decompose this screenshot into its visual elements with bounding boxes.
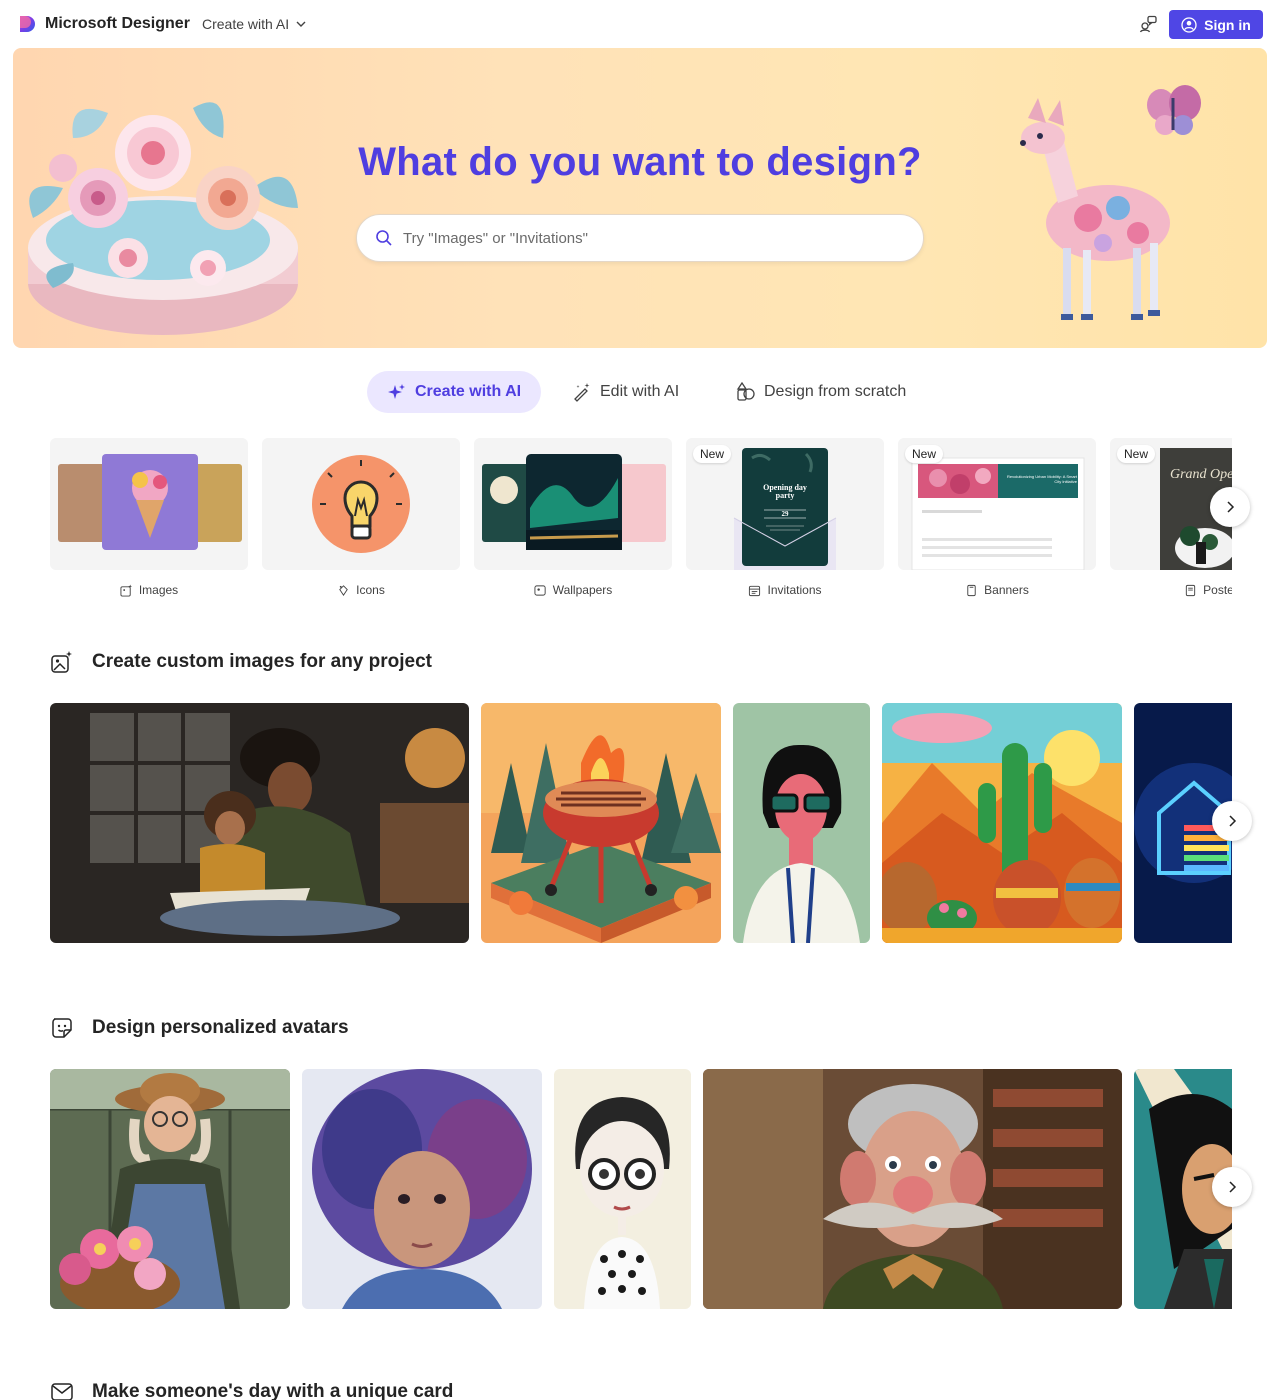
section-title: Create custom images for any project — [92, 651, 432, 672]
chevron-right-icon — [1227, 501, 1235, 513]
category-label: Icons — [262, 581, 460, 599]
designer-logo-icon[interactable] — [17, 14, 37, 34]
icon-sparkle-icon — [339, 584, 348, 596]
chevron-right-icon — [1229, 1181, 1237, 1193]
category-posters-label: Poste — [1203, 583, 1232, 597]
search-icon — [376, 230, 392, 246]
tab-create-label: Create with AI — [415, 383, 522, 400]
cartoon-glasses-art — [554, 1069, 691, 1309]
desert-cactus-art — [882, 703, 1122, 943]
aurora-preview-art — [482, 454, 666, 550]
custom-images-next-button[interactable] — [1212, 801, 1252, 841]
images-thumbnail[interactable] — [50, 438, 248, 570]
wallpapers-thumbnail[interactable] — [474, 438, 672, 570]
hero-banner: What do you want to design? — [13, 48, 1267, 348]
category-invitations[interactable]: Opening day party 29 New Invitations — [686, 438, 884, 599]
hero-search-box[interactable] — [356, 214, 924, 262]
invitations-thumbnail[interactable]: Opening day party 29 New — [686, 438, 884, 570]
poster-card-title: Grand Openi — [1170, 467, 1232, 482]
hero-search-input[interactable] — [403, 229, 903, 247]
banner-icon — [967, 584, 976, 596]
floral-fawn-illustration — [1020, 85, 1201, 320]
category-banners[interactable]: Revolutionizing Urban Mobility: A Smart … — [898, 438, 1096, 599]
tab-edit-label: Edit with AI — [600, 383, 680, 400]
images-preview-art — [58, 454, 242, 550]
calendar-icon — [749, 585, 761, 596]
sticker-face-icon — [52, 1018, 72, 1038]
icons-thumbnail[interactable] — [262, 438, 460, 570]
mode-tabs: Create with AI Edit with AI Design from … — [0, 371, 1280, 413]
chevron-right-icon — [1229, 815, 1237, 827]
poster-icon — [1186, 584, 1196, 596]
invitation-card-title: Opening day party — [763, 483, 807, 500]
category-label: Images — [50, 581, 248, 599]
gallery-image-desert-cactus[interactable] — [882, 703, 1122, 943]
woman-glasses-art — [733, 703, 870, 943]
sparkle-icon — [388, 384, 405, 399]
paper-flowers-illustration — [28, 102, 298, 335]
new-badge: New — [905, 445, 944, 463]
image-sparkle-icon — [120, 583, 132, 597]
tab-design-from-scratch[interactable]: Design from scratch — [716, 371, 924, 413]
shapes-icon — [736, 382, 755, 401]
create-menu-label: Create with AI — [202, 16, 290, 32]
watercolor-child-art — [302, 1069, 542, 1309]
section-heading-avatars: Design personalized avatars — [50, 1016, 349, 1040]
avatars-next-button[interactable] — [1212, 1167, 1252, 1207]
new-badge: New — [693, 445, 732, 463]
tab-edit-with-ai[interactable]: Edit with AI — [552, 371, 697, 413]
chevron-down-icon — [296, 21, 306, 27]
category-label: Poste — [1110, 581, 1232, 599]
category-wallpapers[interactable]: Wallpapers — [474, 438, 672, 599]
gallery-image-woman-glasses[interactable] — [733, 703, 870, 943]
gardener-art — [50, 1069, 290, 1309]
mother-reading-art — [50, 703, 469, 943]
banners-thumbnail[interactable]: Revolutionizing Urban Mobility: A Smart … — [898, 438, 1096, 570]
avatar-image-cartoon-glasses[interactable] — [554, 1069, 691, 1309]
sign-in-label: Sign in — [1204, 16, 1251, 33]
section-heading-custom-images: Create custom images for any project — [50, 650, 432, 674]
avatar-image-old-man-mustache[interactable] — [703, 1069, 1122, 1309]
category-icons-label: Icons — [356, 583, 385, 597]
avatar-image-gardener[interactable] — [50, 1069, 290, 1309]
user-circle-icon — [1181, 16, 1197, 33]
category-label: Wallpapers — [474, 581, 672, 599]
gallery-image-grill[interactable] — [481, 703, 721, 943]
avatar-image-watercolor-child[interactable] — [302, 1069, 542, 1309]
category-label: Banners — [898, 581, 1096, 599]
category-icons[interactable]: Icons — [262, 438, 460, 599]
feedback-icon[interactable] — [1138, 14, 1158, 34]
gallery-image-mother-reading[interactable] — [50, 703, 469, 943]
grill-art — [481, 703, 721, 943]
banner-card-title: Revolutionizing Urban Mobility: A Smart … — [1006, 474, 1077, 484]
tab-scratch-label: Design from scratch — [764, 383, 907, 400]
category-images-label: Images — [138, 583, 179, 597]
custom-images-gallery — [50, 703, 1232, 943]
new-badge: New — [1117, 445, 1156, 463]
image-sparkle-icon — [51, 651, 72, 673]
category-wallpapers-label: Wallpapers — [552, 583, 613, 597]
section-title: Make someone's day with a unique card — [92, 1381, 454, 1400]
tab-create-with-ai[interactable]: Create with AI — [367, 371, 541, 413]
mail-icon — [51, 1383, 73, 1400]
category-invitations-label: Invitations — [767, 583, 822, 597]
category-images[interactable]: Images — [50, 438, 248, 599]
create-with-ai-menu[interactable]: Create with AI — [202, 16, 307, 32]
old-man-mustache-art — [703, 1069, 1122, 1309]
section-heading-cards: Make someone's day with a unique card — [50, 1380, 453, 1400]
wallpaper-icon — [534, 584, 546, 596]
avatars-gallery — [50, 1069, 1232, 1309]
category-banners-label: Banners — [984, 583, 1029, 597]
top-bar: Microsoft Designer Create with AI Sign i… — [0, 0, 1280, 48]
category-carousel: Images Icons Wallpapers Opening day part… — [50, 438, 1232, 608]
sign-in-button[interactable]: Sign in — [1169, 10, 1263, 39]
section-title: Design personalized avatars — [92, 1017, 349, 1038]
magic-wand-icon — [574, 383, 590, 402]
categories-next-button[interactable] — [1210, 487, 1250, 527]
invitation-card-day: 29 — [781, 510, 789, 518]
category-label: Invitations — [686, 581, 884, 599]
brand-name[interactable]: Microsoft Designer — [45, 15, 190, 33]
lightbulb-preview-art — [312, 455, 410, 553]
